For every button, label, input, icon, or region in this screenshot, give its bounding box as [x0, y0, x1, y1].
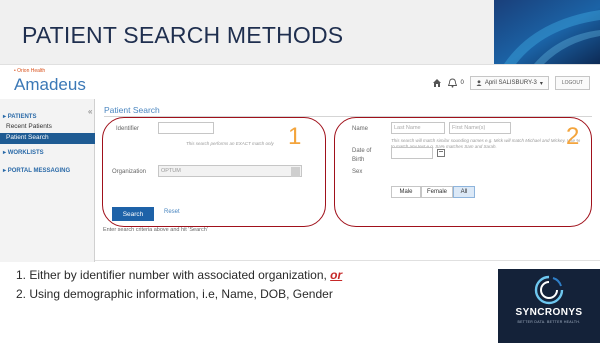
bullet-1: 1. Either by identifier number with asso… — [16, 266, 496, 285]
user-menu[interactable]: April SALISBURY-3 ▾ — [469, 76, 549, 90]
chevron-down-icon: ▾ — [539, 80, 543, 87]
annotation-box-2 — [334, 117, 592, 227]
logo-tagline: BETTER DATA. BETTER HEALTH. — [517, 320, 581, 324]
sidebar-section-worklists[interactable]: ▸ WORKLISTS — [3, 149, 44, 156]
title-bar: PATIENT SEARCH METHODS — [0, 0, 600, 64]
sidebar: « ▸ PATIENTS Recent Patients Patient Sea… — [0, 99, 95, 262]
user-name: April SALISBURY-3 — [484, 80, 537, 86]
panel-title: Patient Search — [104, 105, 160, 115]
slide-title: PATIENT SEARCH METHODS — [22, 22, 344, 48]
syncronys-mark-icon — [534, 275, 564, 305]
brand-subtitle: • Orion Health — [14, 68, 46, 74]
app-screenshot: • Orion Health Amadeus 0 April SALISBURY… — [0, 64, 600, 262]
logout-button[interactable]: LOGOUT — [554, 76, 590, 90]
sidebar-item-patient-search[interactable]: Patient Search — [0, 133, 95, 144]
top-nav: 0 April SALISBURY-3 ▾ LOGOUT — [432, 75, 590, 91]
sidebar-item-recent-patients[interactable]: Recent Patients — [6, 123, 52, 130]
bullet-2: 2. Using demographic information, i.e, N… — [16, 287, 333, 301]
corner-graphic — [494, 0, 600, 64]
bullet-1-text: 1. Either by identifier number with asso… — [16, 268, 331, 282]
sidebar-section-portal-messaging[interactable]: ▸ PORTAL MESSAGING — [3, 167, 70, 174]
instruction-text: Enter search criteria above and hit 'Sea… — [103, 227, 208, 233]
slide: PATIENT SEARCH METHODS • Orion Health Am… — [0, 0, 600, 343]
syncronys-logo: SYNCRONYS BETTER DATA. BETTER HEALTH. — [498, 269, 600, 343]
app-logo: Amadeus — [14, 75, 86, 94]
collapse-sidebar-icon[interactable]: « — [88, 107, 92, 116]
user-icon — [476, 80, 482, 86]
sidebar-section-patients[interactable]: ▸ PATIENTS — [3, 113, 36, 120]
logo-name: SYNCRONYS — [515, 307, 583, 318]
bullet-1-or: or — [330, 268, 343, 282]
bell-icon[interactable] — [448, 78, 458, 88]
sidebar-item-label: Patient Search — [6, 134, 49, 141]
annotation-box-1 — [102, 117, 326, 227]
notification-count: 0 — [460, 80, 464, 86]
bullet-list: 1. Either by identifier number with asso… — [16, 266, 496, 304]
home-icon[interactable] — [432, 78, 442, 88]
